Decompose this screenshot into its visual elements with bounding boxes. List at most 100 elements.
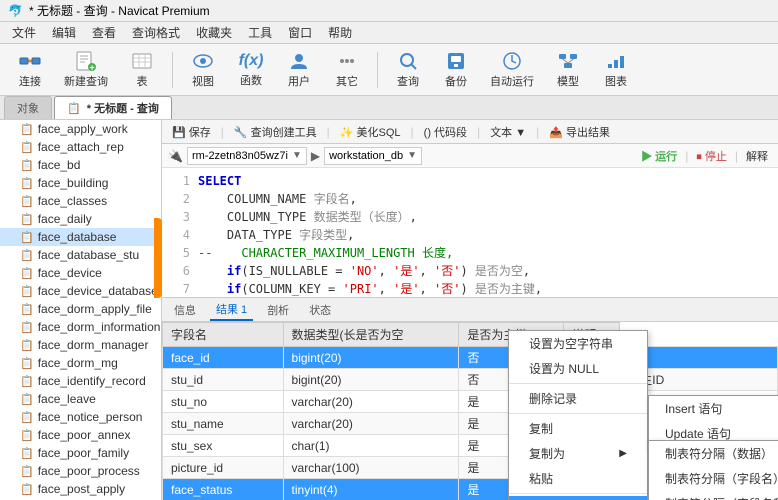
chart-button[interactable]: 图表 — [594, 48, 638, 92]
function-button[interactable]: f(x) 函数 — [229, 48, 273, 92]
sidebar: 📋face_apply_work📋face_attach_rep📋face_bd… — [0, 120, 162, 500]
ctx-set-null[interactable]: 设置为 NULL — [509, 356, 647, 381]
run-button[interactable]: ▶ 运行 — [637, 146, 681, 166]
db-icon: 🔌 — [168, 149, 183, 163]
sidebar-item-face_attach_rep[interactable]: 📋face_attach_rep — [0, 138, 161, 156]
ctx-sep1 — [509, 383, 647, 384]
backup-icon — [444, 50, 468, 72]
other-button[interactable]: 其它 — [325, 48, 369, 92]
sidebar-item-face_poor_family[interactable]: 📋face_poor_family — [0, 444, 161, 462]
sidebar-item-face_dorm_apply_file[interactable]: 📋face_dorm_apply_file — [0, 300, 161, 318]
view-label: 视图 — [192, 73, 214, 89]
col-header-type: 数据类型(长是否为空 — [283, 323, 459, 347]
menu-item-窗口[interactable]: 窗口 — [280, 22, 320, 43]
connect-label: 连接 — [19, 73, 41, 89]
cell-type: bigint(20) — [283, 369, 459, 391]
arrow-icon: ▶ — [311, 149, 320, 163]
sidebar-item-face_bd[interactable]: 📋face_bd — [0, 156, 161, 174]
menu-item-帮助[interactable]: 帮助 — [320, 22, 360, 43]
query-builder-button[interactable]: 🔧 查询创建工具 — [230, 122, 321, 142]
result-tabs: 信息 结果 1 剖析 状态 — [162, 298, 778, 322]
menu-item-工具[interactable]: 工具 — [240, 22, 280, 43]
sidebar-item-face_building[interactable]: 📋face_building — [0, 174, 161, 192]
ctx-paste[interactable]: 粘贴 — [509, 466, 647, 491]
menu-item-编辑[interactable]: 编辑 — [44, 22, 84, 43]
server-select[interactable]: rm-2zetn83n05wz7i ▼ — [187, 147, 307, 165]
sidebar-item-face_device[interactable]: 📋face_device — [0, 264, 161, 282]
ctx-copy-as[interactable]: 复制为 ▶ — [509, 441, 647, 466]
sidebar-item-face_database_stu[interactable]: 📋face_database_stu — [0, 246, 161, 264]
sidebar-item-face_dorm_information[interactable]: 📋face_dorm_information — [0, 318, 161, 336]
sidebar-item-face_notice_person[interactable]: 📋face_notice_person — [0, 408, 161, 426]
sql-line-5: 5 -- CHARACTER_MAXIMUM_LENGTH 长度, — [170, 244, 770, 262]
other-label: 其它 — [336, 73, 358, 89]
ctx-copy[interactable]: 复制 — [509, 416, 647, 441]
sidebar-item-face_dorm_manager[interactable]: 📋face_dorm_manager — [0, 336, 161, 354]
submenu-tab-sep-field[interactable]: 制表符分隔（字段名） — [649, 466, 778, 491]
query-toolbar: 💾 保存 | 🔧 查询创建工具 | ✨ 美化SQL | () 代码段 | 文本 … — [162, 120, 778, 144]
menu-item-查看[interactable]: 查看 — [84, 22, 124, 43]
tab-query[interactable]: 📋 * 无标题 - 查询 — [54, 96, 172, 119]
cell-field: stu_sex — [163, 435, 284, 457]
submenu-insert-sql[interactable]: Insert 语句 — [649, 396, 778, 421]
sidebar-item-face_device_database[interactable]: 📋face_device_database — [0, 282, 161, 300]
ctx-sep2 — [509, 413, 647, 414]
table-icon — [130, 50, 154, 72]
ctx-delete-record[interactable]: 删除记录 — [509, 386, 647, 411]
tab-result1[interactable]: 结果 1 — [210, 299, 253, 321]
sidebar-item-face_identify_record[interactable]: 📋face_identify_record — [0, 372, 161, 390]
autorun-button[interactable]: 自动运行 — [482, 48, 542, 92]
save-button[interactable]: 💾 保存 — [168, 122, 215, 142]
tab-status[interactable]: 状态 — [303, 300, 337, 320]
cell-type: varchar(20) — [283, 391, 459, 413]
menu-item-文件[interactable]: 文件 — [4, 22, 44, 43]
tab-profile[interactable]: 剖析 — [261, 300, 295, 320]
menu-item-收藏夹[interactable]: 收藏夹 — [188, 22, 240, 43]
sql-editor[interactable]: 1 SELECT 2 COLUMN_NAME 字段名, 3 COLUMN_TYP… — [162, 168, 778, 298]
menu-item-查询格式[interactable]: 查询格式 — [124, 22, 188, 43]
sep1 — [172, 52, 173, 88]
user-button[interactable]: 用户 — [277, 48, 321, 92]
tab-object[interactable]: 对象 — [4, 96, 52, 119]
sidebar-item-face_poor_annex[interactable]: 📋face_poor_annex — [0, 426, 161, 444]
text-button[interactable]: 文本 ▼ — [486, 122, 530, 142]
sidebar-item-face_classes[interactable]: 📋face_classes — [0, 192, 161, 210]
function-icon: f(x) — [239, 52, 263, 71]
sidebar-item-face_poor_process[interactable]: 📋face_poor_process — [0, 462, 161, 480]
connect-icon — [18, 50, 42, 72]
backup-button[interactable]: 备份 — [434, 48, 478, 92]
autorun-icon — [500, 50, 524, 72]
sidebar-item-face_post_apply[interactable]: 📋face_post_apply — [0, 480, 161, 498]
submenu-tab-sep-data[interactable]: 制表符分隔（数据） — [649, 441, 778, 466]
model-button[interactable]: 模型 — [546, 48, 590, 92]
ctx-display[interactable]: 显示 ▶ — [509, 496, 647, 500]
cell-field: picture_id — [163, 457, 284, 479]
view-button[interactable]: 视图 — [181, 48, 225, 92]
beautify-sql-button[interactable]: ✨ 美化SQL — [336, 122, 405, 142]
user-label: 用户 — [288, 73, 310, 89]
new-query-button[interactable]: + 新建查询 — [56, 48, 116, 92]
tab-info[interactable]: 信息 — [168, 300, 202, 320]
query-button[interactable]: 查询 — [386, 48, 430, 92]
sidebar-item-face_apply_work[interactable]: 📋face_apply_work — [0, 120, 161, 138]
sidebar-item-face_daily[interactable]: 📋face_daily — [0, 210, 161, 228]
connect-button[interactable]: 连接 — [8, 48, 52, 92]
sidebar-item-face_database[interactable]: 📋face_database — [0, 228, 161, 246]
table-row[interactable]: face_id bigint(20) 否 是 ID — [163, 347, 778, 369]
title-bar: 🐬 * 无标题 - 查询 - Navicat Premium — [0, 0, 778, 22]
conn-bar: 🔌 rm-2zetn83n05wz7i ▼ ▶ workstation_db ▼… — [162, 144, 778, 168]
submenu-tab-sep-both[interactable]: 制表符分隔（字段名和数据） — [649, 491, 778, 500]
cell-field: stu_name — [163, 413, 284, 435]
sql-line-4: 4 DATA_TYPE 字段类型, — [170, 226, 770, 244]
explain-button[interactable]: 解释 — [742, 146, 772, 166]
sidebar-item-face_dorm_mg[interactable]: 📋face_dorm_mg — [0, 354, 161, 372]
export-button[interactable]: 📤 导出结果 — [545, 122, 614, 142]
stop-button[interactable]: ⏹ 停止 — [692, 146, 731, 166]
table-row[interactable]: stu_id bigint(20) 否 否 学生ID — [163, 369, 778, 391]
db-select[interactable]: workstation_db ▼ — [324, 147, 422, 165]
table-button[interactable]: 表 — [120, 48, 164, 92]
ctx-set-empty-string[interactable]: 设置为空字符串 — [509, 331, 647, 356]
table-header-row: 字段名 数据类型(长是否为空 是否为主键 说明 — [163, 323, 778, 347]
sidebar-item-face_leave[interactable]: 📋face_leave — [0, 390, 161, 408]
snippet-button[interactable]: () 代码段 — [420, 122, 471, 142]
